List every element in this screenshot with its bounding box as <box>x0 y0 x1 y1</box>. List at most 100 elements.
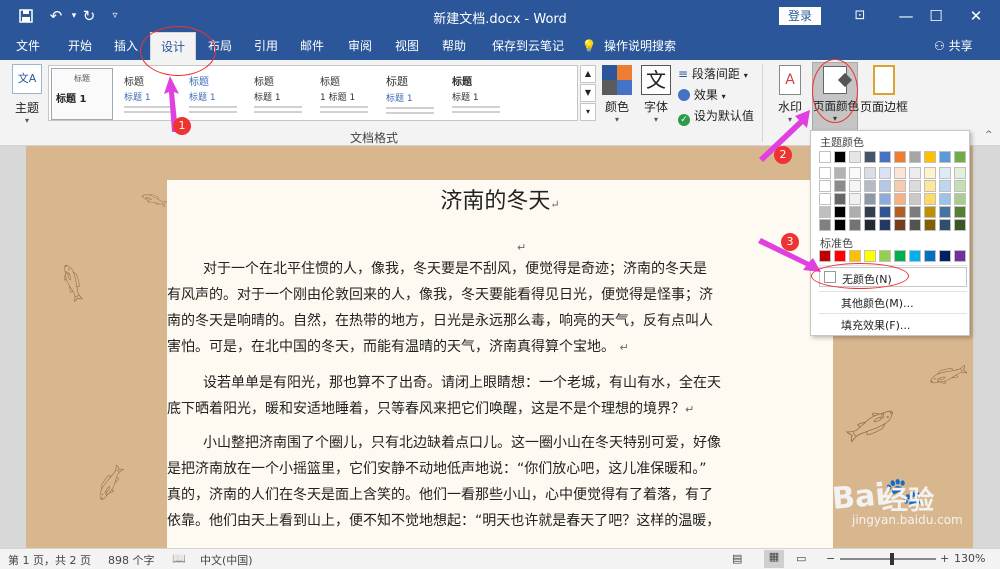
theme-color-swatch[interactable] <box>819 180 831 192</box>
proofing-icon[interactable]: 📖 <box>172 552 186 565</box>
gallery-scroll-down-icon[interactable]: ▼ <box>580 84 596 102</box>
page-count[interactable]: 第 1 页，共 2 页 <box>8 552 91 568</box>
theme-color-swatch[interactable] <box>879 151 891 163</box>
theme-color-swatch[interactable] <box>894 180 906 192</box>
theme-color-swatch[interactable] <box>819 167 831 179</box>
theme-color-swatch[interactable] <box>879 219 891 231</box>
theme-color-swatch[interactable] <box>894 193 906 205</box>
zoom-in-icon[interactable]: + <box>940 552 949 565</box>
close-button[interactable]: ✕ <box>956 4 996 28</box>
zoom-slider-thumb[interactable] <box>889 553 894 565</box>
theme-color-swatch[interactable] <box>909 167 921 179</box>
zoom-slider-track[interactable] <box>840 558 936 560</box>
standard-color-swatch[interactable] <box>939 250 951 262</box>
theme-color-swatch[interactable] <box>909 206 921 218</box>
tab-mailings[interactable]: 邮件 <box>292 32 332 60</box>
theme-color-swatch[interactable] <box>834 193 846 205</box>
set-as-default-button[interactable]: ✓ 设为默认值 <box>678 107 754 126</box>
theme-color-swatch[interactable] <box>924 167 936 179</box>
theme-color-swatch[interactable] <box>909 219 921 231</box>
fonts-button[interactable]: 文 字体 ▾ <box>639 65 673 124</box>
theme-color-swatch[interactable] <box>864 167 876 179</box>
theme-color-swatch[interactable] <box>864 219 876 231</box>
theme-color-swatch[interactable] <box>939 151 951 163</box>
theme-color-swatch[interactable] <box>939 206 951 218</box>
theme-color-swatch[interactable] <box>954 180 966 192</box>
theme-color-swatch[interactable] <box>939 180 951 192</box>
language-status[interactable]: 中文(中国) <box>200 552 253 568</box>
collapse-ribbon-icon[interactable]: ^ <box>985 130 993 140</box>
standard-color-swatch[interactable] <box>954 250 966 262</box>
paragraph-spacing-button[interactable]: ≡ 段落间距 ▾ <box>678 65 748 82</box>
theme-color-swatch[interactable] <box>819 151 831 163</box>
standard-color-swatch[interactable] <box>924 250 936 262</box>
theme-color-swatch[interactable] <box>939 167 951 179</box>
theme-color-swatch[interactable] <box>954 193 966 205</box>
theme-color-swatch[interactable] <box>939 193 951 205</box>
theme-color-swatch[interactable] <box>954 167 966 179</box>
theme-color-swatch[interactable] <box>894 206 906 218</box>
theme-color-swatch[interactable] <box>819 193 831 205</box>
tab-home[interactable]: 开始 <box>60 32 100 60</box>
tab-help[interactable]: 帮助 <box>434 32 474 60</box>
theme-color-swatch[interactable] <box>819 206 831 218</box>
theme-color-swatch[interactable] <box>864 206 876 218</box>
theme-color-swatch[interactable] <box>939 219 951 231</box>
theme-color-swatch[interactable] <box>909 180 921 192</box>
theme-color-swatch[interactable] <box>924 151 936 163</box>
style-set-item[interactable]: 标题 标题 1 <box>379 68 441 120</box>
ribbon-display-options-icon[interactable]: ⊡ <box>840 4 880 28</box>
tab-view[interactable]: 视图 <box>387 32 427 60</box>
style-set-item[interactable]: 标题 标题 1 <box>51 68 113 120</box>
effects-button[interactable]: 效果 ▾ <box>678 86 726 103</box>
theme-color-swatch[interactable] <box>834 206 846 218</box>
theme-color-swatch[interactable] <box>849 206 861 218</box>
theme-color-swatch[interactable] <box>879 193 891 205</box>
theme-color-swatch[interactable] <box>909 193 921 205</box>
zoom-level[interactable]: 130% <box>954 552 985 565</box>
theme-color-swatch[interactable] <box>924 219 936 231</box>
theme-color-swatch[interactable] <box>924 180 936 192</box>
theme-color-swatch[interactable] <box>849 180 861 192</box>
theme-color-swatch[interactable] <box>879 167 891 179</box>
theme-color-swatch[interactable] <box>849 151 861 163</box>
fill-effects-menu-item[interactable]: 填充效果(F)... <box>841 317 910 333</box>
theme-color-swatch[interactable] <box>894 151 906 163</box>
standard-color-swatch[interactable] <box>849 250 861 262</box>
read-mode-icon[interactable]: ▤ <box>732 552 742 565</box>
theme-color-swatch[interactable] <box>924 206 936 218</box>
document-page[interactable]: 济南的冬天↵ ↵ 对于一个在北平住惯的人，像我，冬天要是不刮风，便觉得是奇迹；济… <box>167 180 833 548</box>
tab-file[interactable]: 文件 <box>8 32 48 60</box>
theme-color-swatch[interactable] <box>834 180 846 192</box>
theme-color-swatch[interactable] <box>834 167 846 179</box>
theme-color-swatch[interactable] <box>894 167 906 179</box>
gallery-scroll-up-icon[interactable]: ▲ <box>580 65 596 83</box>
standard-color-swatch[interactable] <box>909 250 921 262</box>
theme-color-swatch[interactable] <box>879 206 891 218</box>
word-count[interactable]: 898 个字 <box>108 552 155 568</box>
theme-color-swatch[interactable] <box>909 151 921 163</box>
theme-color-swatch[interactable] <box>834 151 846 163</box>
theme-color-swatch[interactable] <box>864 180 876 192</box>
web-layout-icon[interactable]: ▭ <box>796 552 806 565</box>
theme-color-swatch[interactable] <box>879 180 891 192</box>
page-borders-button[interactable]: 页面边框 <box>859 65 909 115</box>
maximize-button[interactable]: ☐ <box>916 4 956 28</box>
theme-color-swatch[interactable] <box>954 151 966 163</box>
theme-color-swatch[interactable] <box>849 193 861 205</box>
theme-color-swatch[interactable] <box>849 219 861 231</box>
standard-color-swatch[interactable] <box>894 250 906 262</box>
standard-color-swatch[interactable] <box>879 250 891 262</box>
theme-color-swatch[interactable] <box>864 151 876 163</box>
colors-button[interactable]: 颜色 ▾ <box>601 65 633 124</box>
style-set-item[interactable]: 标题 1 标题 1 <box>313 68 375 120</box>
standard-color-swatch[interactable] <box>834 250 846 262</box>
tell-me-search[interactable]: 操作说明搜索 <box>600 32 680 60</box>
gallery-more-icon[interactable]: ▾ <box>580 103 596 121</box>
zoom-out-icon[interactable]: − <box>826 552 835 565</box>
theme-color-swatch[interactable] <box>864 193 876 205</box>
login-button[interactable]: 登录 <box>779 7 821 25</box>
theme-color-swatch[interactable] <box>954 206 966 218</box>
theme-color-swatch[interactable] <box>849 167 861 179</box>
theme-color-swatch[interactable] <box>819 219 831 231</box>
